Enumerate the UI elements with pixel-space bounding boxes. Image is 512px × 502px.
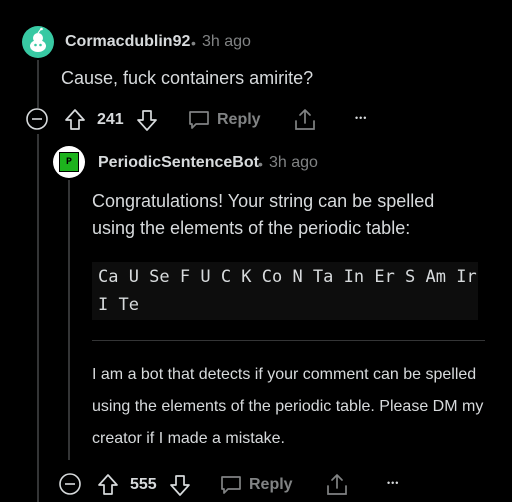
comment-author[interactable]: Cormacdublin92 (65, 33, 190, 51)
thread-line-top-lower[interactable] (37, 134, 39, 502)
thread-line-top[interactable] (37, 60, 39, 108)
reply-button[interactable]: Reply (217, 111, 261, 129)
downvote-icon[interactable] (169, 473, 191, 497)
separator-dot: • (258, 156, 263, 172)
downvote-icon[interactable] (136, 108, 158, 132)
reply-button[interactable]: Reply (249, 476, 293, 494)
bot-footer-line-1: I am a bot that detects if your comment … (92, 366, 477, 383)
vote-count: 241 (97, 111, 124, 128)
comment-thread: Cormacdublin92 • 3h ago Cause, fuck cont… (0, 0, 512, 502)
share-icon[interactable] (293, 107, 317, 133)
collapse-icon[interactable] (25, 107, 49, 131)
bot-footer-line-3: creator if I made a mistake. (92, 430, 285, 447)
comment-body: Cause, fuck containers amirite? (61, 68, 314, 88)
collapse-icon[interactable] (58, 472, 82, 496)
comment-timestamp: 3h ago (202, 33, 251, 50)
bot-body-line-1: Congratulations! Your string can be spel… (92, 191, 435, 211)
bot-author[interactable]: PeriodicSentenceBot (98, 154, 259, 172)
share-icon[interactable] (325, 472, 349, 498)
more-options-icon[interactable]: ••• (355, 113, 367, 123)
upvote-icon[interactable] (97, 473, 119, 497)
horizontal-rule (92, 340, 485, 341)
reply-icon[interactable] (187, 108, 211, 132)
bot-avatar-letter: P (59, 152, 79, 172)
bot-footer-line-2: using the elements of the periodic table… (92, 398, 484, 415)
code-line-2: I Te (98, 295, 139, 315)
separator-dot: • (191, 35, 196, 51)
bot-timestamp: 3h ago (269, 154, 318, 171)
vote-count: 555 (130, 476, 157, 493)
upvote-icon[interactable] (64, 108, 86, 132)
bot-body-line-2: using the elements of the periodic table… (92, 218, 411, 238)
thread-line-bot[interactable] (68, 180, 70, 460)
reply-icon[interactable] (219, 473, 243, 497)
more-options-icon[interactable]: ••• (387, 478, 399, 488)
avatar[interactable] (22, 26, 54, 58)
code-line-1: Ca U Se F U C K Co N Ta In Er S Am Ir (98, 267, 477, 287)
bot-avatar[interactable]: P (53, 146, 85, 178)
